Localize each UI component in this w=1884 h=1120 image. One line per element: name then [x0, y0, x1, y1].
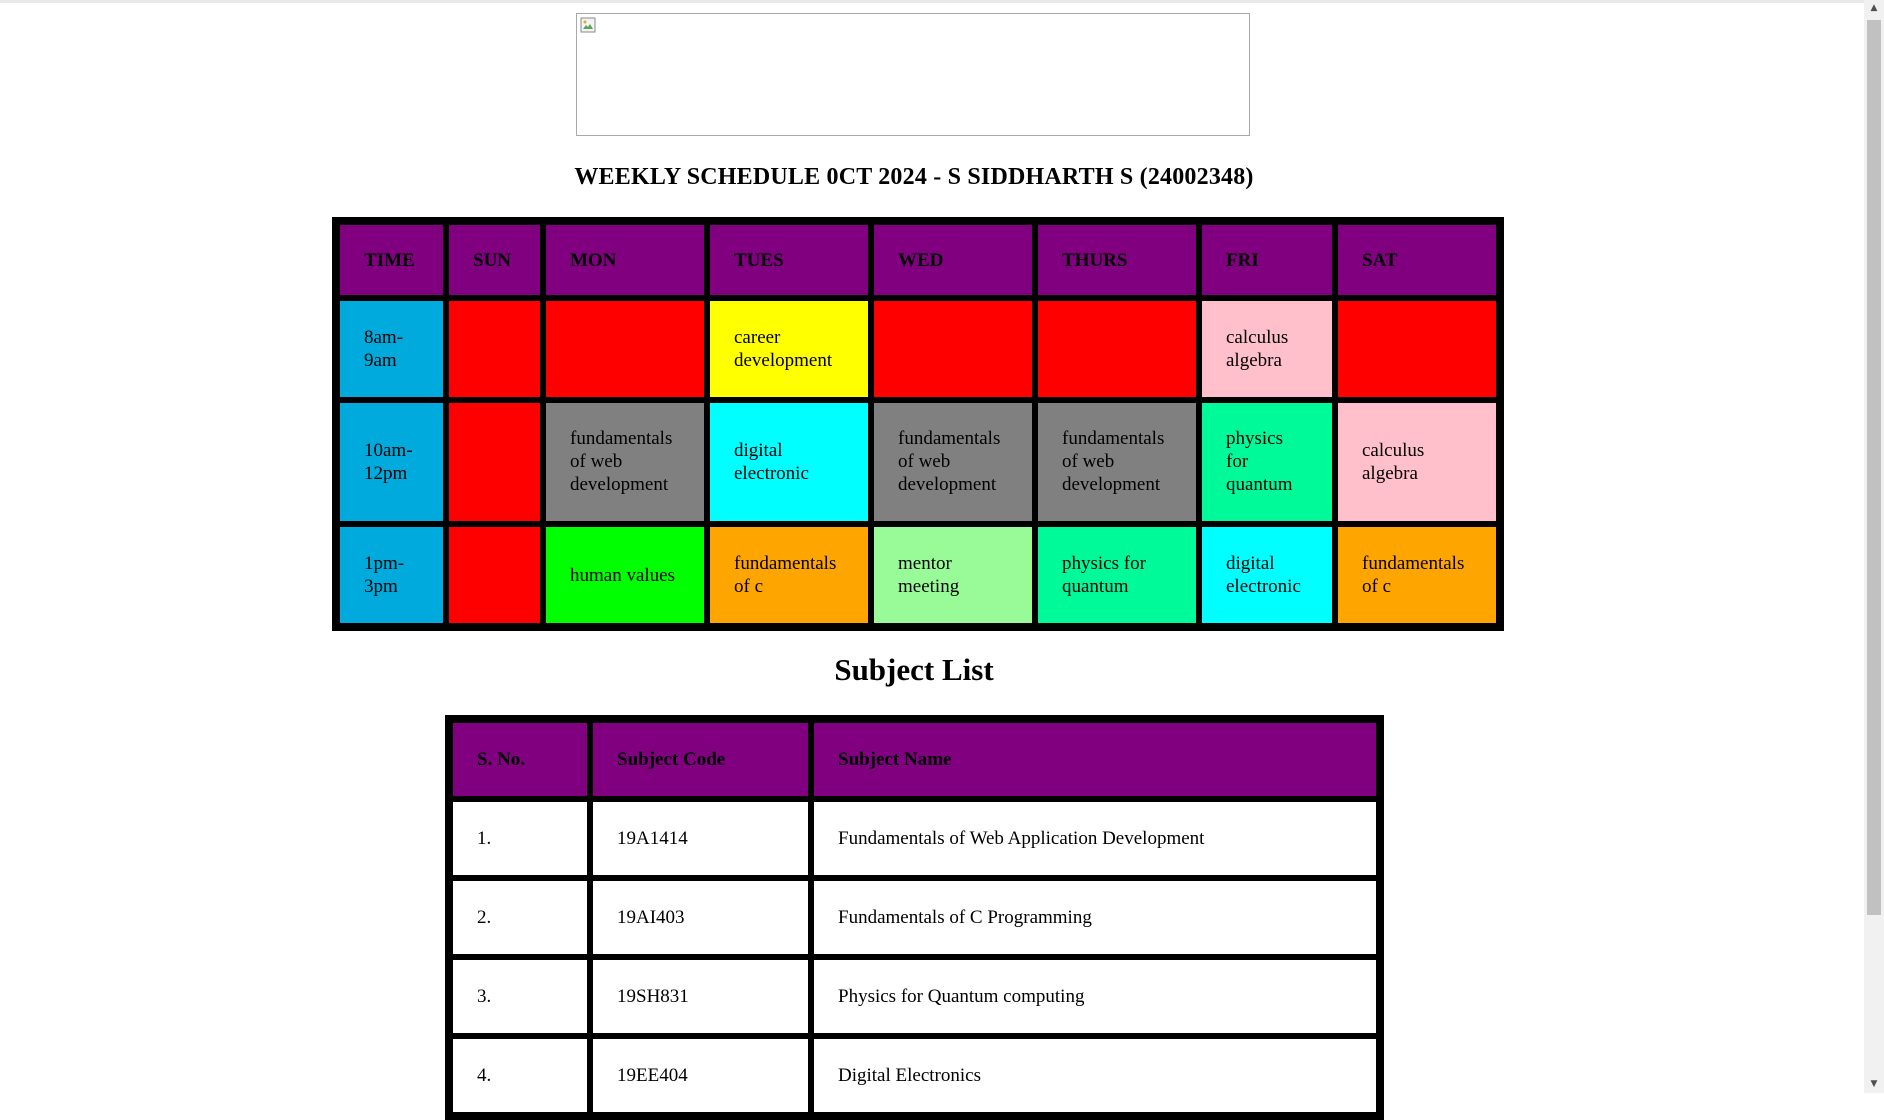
schedule-header-thurs: THURS — [1035, 222, 1199, 298]
slot-sat-1pm: fundamentals of c — [1335, 524, 1499, 626]
slot-tues-10am: digital electronic — [707, 399, 871, 525]
subject-sno: 4. — [450, 1036, 590, 1115]
subject-name: Fundamentals of Web Application Developm… — [811, 799, 1379, 878]
slot-wed-10am: fundamentals of web development — [871, 399, 1035, 525]
chevron-up-icon[interactable]: ▲ — [1864, 0, 1884, 17]
schedule-row-8am: 8am-9am career development calculus alge… — [337, 298, 1499, 400]
slot-fri-1pm: digital electronic — [1199, 524, 1335, 626]
subject-header-sno: S. No. — [450, 720, 590, 799]
slot-wed-8am — [871, 298, 1035, 400]
slot-sat-10am: calculus algebra — [1335, 399, 1499, 525]
subject-name: Digital Electronics — [811, 1036, 1379, 1115]
subject-name: Fundamentals of C Programming — [811, 878, 1379, 957]
schedule-header-sun: SUN — [446, 222, 543, 298]
subject-code: 19AI403 — [590, 878, 811, 957]
subject-code: 19EE404 — [590, 1036, 811, 1115]
table-row: 4. 19EE404 Digital Electronics — [450, 1036, 1379, 1115]
schedule-header-wed: WED — [871, 222, 1035, 298]
subject-name: Physics for Quantum computing — [811, 957, 1379, 1036]
chevron-down-icon[interactable]: ▼ — [1864, 1076, 1884, 1093]
slot-wed-1pm: mentor meeting — [871, 524, 1035, 626]
slot-fri-8am: calculus algebra — [1199, 298, 1335, 400]
schedule-row-1pm: 1pm-3pm human values fundamentals of c m… — [337, 524, 1499, 626]
subject-header-row: S. No. Subject Code Subject Name — [450, 720, 1379, 799]
slot-sun-8am — [446, 298, 543, 400]
subject-code: 19A1414 — [590, 799, 811, 878]
schedule-header-fri: FRI — [1199, 222, 1335, 298]
schedule-header-sat: SAT — [1335, 222, 1499, 298]
scrollbar-thumb[interactable] — [1867, 20, 1881, 915]
page-title: WEEKLY SCHEDULE 0CT 2024 - S SIDDHARTH S… — [574, 164, 1254, 190]
slot-tues-1pm: fundamentals of c — [707, 524, 871, 626]
slot-sun-10am — [446, 399, 543, 525]
time-cell: 10am-12pm — [337, 399, 446, 525]
table-row: 1. 19A1414 Fundamentals of Web Applicati… — [450, 799, 1379, 878]
slot-mon-10am: fundamentals of web development — [543, 399, 707, 525]
slot-thurs-1pm: physics for quantum — [1035, 524, 1199, 626]
subject-list-table: S. No. Subject Code Subject Name 1. 19A1… — [445, 715, 1384, 1120]
schedule-header-row: TIME SUN MON TUES WED THURS FRI SAT — [337, 222, 1499, 298]
slot-sun-1pm — [446, 524, 543, 626]
time-cell: 8am-9am — [337, 298, 446, 400]
slot-mon-1pm: human values — [543, 524, 707, 626]
page: WEEKLY SCHEDULE 0CT 2024 - S SIDDHARTH S… — [0, 0, 1864, 1120]
subject-header-name: Subject Name — [811, 720, 1379, 799]
slot-mon-8am — [543, 298, 707, 400]
subject-list-heading: Subject List — [834, 652, 994, 687]
vertical-scrollbar[interactable]: ▲ ▼ — [1864, 0, 1884, 1093]
schedule-header-tues: TUES — [707, 222, 871, 298]
weekly-schedule-table: TIME SUN MON TUES WED THURS FRI SAT 8am-… — [332, 217, 1504, 631]
subject-sno: 2. — [450, 878, 590, 957]
banner-image — [576, 13, 1250, 136]
subject-header-code: Subject Code — [590, 720, 811, 799]
slot-thurs-8am — [1035, 298, 1199, 400]
broken-image-icon — [580, 17, 596, 33]
table-row: 3. 19SH831 Physics for Quantum computing — [450, 957, 1379, 1036]
subject-code: 19SH831 — [590, 957, 811, 1036]
table-row: 2. 19AI403 Fundamentals of C Programming — [450, 878, 1379, 957]
schedule-header-time: TIME — [337, 222, 446, 298]
slot-sat-8am — [1335, 298, 1499, 400]
subject-sno: 3. — [450, 957, 590, 1036]
schedule-row-10am: 10am-12pm fundamentals of web developmen… — [337, 399, 1499, 525]
subject-sno: 1. — [450, 799, 590, 878]
time-cell: 1pm-3pm — [337, 524, 446, 626]
schedule-header-mon: MON — [543, 222, 707, 298]
slot-fri-10am: physics for quantum — [1199, 399, 1335, 525]
slot-thurs-10am: fundamentals of web development — [1035, 399, 1199, 525]
slot-tues-8am: career development — [707, 298, 871, 400]
